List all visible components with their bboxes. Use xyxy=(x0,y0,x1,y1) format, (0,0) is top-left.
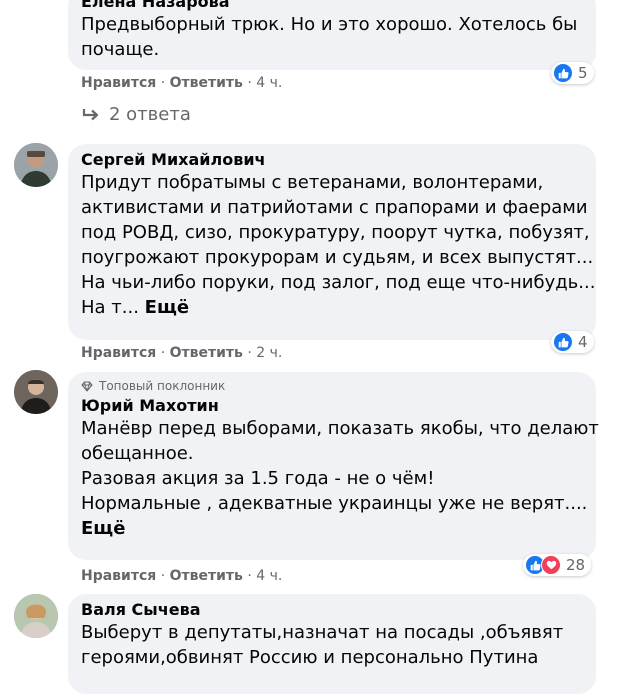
badge-label: Топовый поклонник xyxy=(99,379,226,393)
comment-actions: Нравится · Ответить · 4 ч. xyxy=(81,75,282,91)
comment-author[interactable]: Сергей Михайлович xyxy=(81,150,583,170)
comment-line: Разовая акция за 1.5 года - не о чём! xyxy=(81,468,435,489)
like-link[interactable]: Нравится xyxy=(81,568,156,584)
avatar[interactable] xyxy=(14,370,58,414)
separator: · xyxy=(160,568,166,584)
comment-bubble: Валя Сычева Выберут в депутаты,назначат … xyxy=(68,594,596,694)
reaction-count: 28 xyxy=(566,556,586,574)
like-icon xyxy=(553,332,573,352)
reply-link[interactable]: Ответить xyxy=(170,568,243,584)
top-fan-badge: Топовый поклонник xyxy=(81,378,583,394)
comment-author[interactable]: Елена Назарова xyxy=(81,0,583,12)
view-replies-link[interactable]: 2 ответа xyxy=(82,104,191,125)
comment-actions: Нравится · Ответить · 4 ч. xyxy=(81,568,282,584)
see-more-link[interactable]: Ещё xyxy=(81,516,583,541)
see-more-link[interactable]: Ещё xyxy=(145,297,189,318)
reaction-summary[interactable]: 28 xyxy=(523,554,592,576)
love-icon xyxy=(541,555,561,575)
comment-text: Манёвр перед выборами, показать якобы, ч… xyxy=(81,416,599,541)
comment-line: Манёвр перед выборами, показать якобы, ч… xyxy=(81,418,599,439)
comment-line: активистами и патрийотами с прапорами и … xyxy=(81,197,588,218)
reply-link[interactable]: Ответить xyxy=(170,345,243,361)
comment-time[interactable]: 2 ч. xyxy=(256,345,282,361)
avatar[interactable] xyxy=(14,143,58,187)
comment-text: Выберут в депутаты,назначат на посады ,о… xyxy=(81,620,583,670)
separator: · xyxy=(247,568,252,584)
comment-time[interactable]: 4 ч. xyxy=(256,75,282,91)
comment-line: Предвыборный трюк. Но и это хорошо. Хоте… xyxy=(81,14,578,35)
comment-line: обещанное. xyxy=(81,443,194,464)
comment-line: почаще. xyxy=(81,39,160,60)
reaction-summary[interactable]: 4 xyxy=(551,331,594,353)
comment-bubble: Сергей Михайлович Придут побратымы с вет… xyxy=(68,144,596,340)
reply-link[interactable]: Ответить xyxy=(170,75,243,91)
diamond-icon xyxy=(81,381,93,391)
comment-author[interactable]: Юрий Махотин xyxy=(81,396,583,416)
comment-actions: Нравится · Ответить · 2 ч. xyxy=(81,345,282,361)
reaction-count: 4 xyxy=(578,333,588,351)
avatar[interactable] xyxy=(14,594,58,638)
comment-bubble: Елена Назарова Предвыборный трюк. Но и э… xyxy=(68,0,596,70)
separator: · xyxy=(247,345,252,361)
like-link[interactable]: Нравится xyxy=(81,75,156,91)
comment-line: Придут побратымы с ветеранами, волонтера… xyxy=(81,172,544,193)
comment-line: поугрожают прокурорам и судьям, и всех в… xyxy=(81,247,594,268)
comment-line: Нормальные , адекватные украинцы уже не … xyxy=(81,493,588,514)
like-link[interactable]: Нравится xyxy=(81,345,156,361)
like-icon xyxy=(553,63,573,83)
separator: · xyxy=(160,345,166,361)
separator: · xyxy=(247,75,252,91)
comment-time[interactable]: 4 ч. xyxy=(256,568,282,584)
comment-text: Придут побратымы с ветеранами, волонтера… xyxy=(81,170,596,320)
comment-text: Предвыборный трюк. Но и это хорошо. Хоте… xyxy=(81,12,583,62)
comment-line: Выберут в депутаты,назначат на посады ,о… xyxy=(81,622,564,643)
comment-line: под РОВД, сизо, прокуратуру, поорут чутк… xyxy=(81,222,590,243)
comment-author[interactable]: Валя Сычева xyxy=(81,600,583,620)
separator: · xyxy=(160,75,166,91)
reaction-count: 5 xyxy=(578,64,588,82)
truncated-text: На т... xyxy=(81,297,139,318)
reply-arrow-icon xyxy=(82,108,99,120)
replies-count: 2 ответа xyxy=(109,104,191,125)
comment-bubble: Топовый поклонник Юрий Махотин Манёвр пе… xyxy=(68,372,599,560)
comment-line: героями,обвинят Россию и персонально Пут… xyxy=(81,647,539,668)
comment-line: На чьи-либо поруки, под залог, под еще ч… xyxy=(81,272,596,293)
reaction-summary[interactable]: 5 xyxy=(551,62,594,84)
comment-line: На т... Ещё xyxy=(81,295,583,320)
